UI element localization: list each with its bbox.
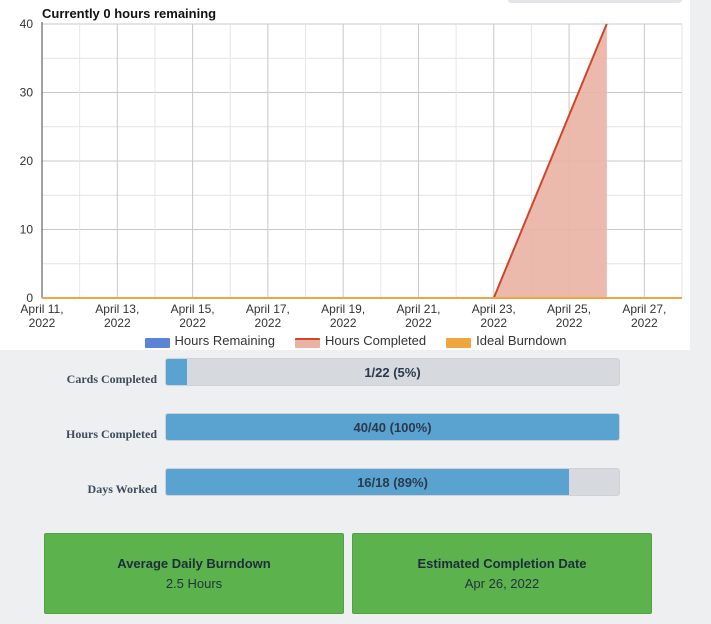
- progress-bar-cards-completed: 1/22 (5%): [165, 358, 620, 386]
- x-tick-label: April 15, 2022: [171, 302, 215, 330]
- stat-row-cards-completed: Cards Completed 1/22 (5%): [0, 358, 711, 386]
- legend-item-ideal-burndown[interactable]: Ideal Burndown: [446, 332, 566, 348]
- stat-label: Cards Completed: [66, 372, 157, 386]
- x-tick-label: April 11, 2022: [20, 302, 63, 330]
- estimated-completion-date-card: Estimated Completion Date Apr 26, 2022: [352, 533, 652, 614]
- card-title: Estimated Completion Date: [417, 556, 587, 571]
- average-daily-burndown-card: Average Daily Burndown 2.5 Hours: [44, 533, 344, 614]
- legend-label-hours-completed: Hours Completed: [324, 332, 427, 348]
- chart-title: Currently 0 hours remaining: [42, 6, 217, 21]
- burndown-chart-panel: 0 10 20 30 40 April 11, 2022 April 13, 2022 April…: [0, 0, 690, 350]
- progress-bar-hours-completed: 40/40 (100%): [165, 413, 620, 441]
- y-tick-label: 30: [20, 86, 34, 100]
- legend-swatch-hours-remaining: [144, 338, 170, 348]
- stat-row-days-worked: Days Worked 16/18 (89%): [0, 468, 711, 496]
- legend-swatch-hours-completed: [294, 338, 320, 348]
- stat-row-hours-completed: Hours Completed 40/40 (100%): [0, 413, 711, 441]
- card-value: Apr 26, 2022: [464, 576, 540, 591]
- y-tick-label: 40: [20, 17, 34, 31]
- chart-legend: Hours Remaining Hours Completed Ideal Bu…: [0, 332, 711, 348]
- legend-item-hours-completed[interactable]: Hours Completed: [294, 332, 427, 348]
- legend-item-hours-remaining[interactable]: Hours Remaining: [144, 332, 275, 348]
- y-tick-label: 20: [20, 154, 34, 168]
- x-tick-label: April 25, 2022: [547, 302, 591, 330]
- progress-text: 16/18 (89%): [357, 474, 428, 490]
- legend-label-hours-remaining: Hours Remaining: [174, 332, 275, 348]
- progress-text: 1/22 (5%): [364, 364, 421, 380]
- burndown-chart: 010203040April 11, 2022April 13, 2022April…: [20, 17, 683, 330]
- progress-bar-days-worked: 16/18 (89%): [165, 468, 620, 496]
- stat-label: Hours Completed: [66, 427, 157, 441]
- stat-label: Days Worked: [87, 482, 157, 496]
- y-tick-label: 10: [20, 223, 34, 237]
- card-title: Average Daily Burndown: [117, 556, 271, 571]
- legend-swatch-ideal-burndown: [446, 338, 472, 348]
- x-tick-label: April 23, 2022: [472, 302, 516, 330]
- progress-text: 40/40 (100%): [353, 419, 432, 435]
- x-tick-label: April 21, 2022: [396, 302, 440, 330]
- x-tick-label: April 13, 2022: [95, 302, 139, 330]
- x-tick-label: April 17, 2022: [246, 302, 290, 330]
- x-tick-label: April 27, 2022: [622, 302, 666, 330]
- x-tick-label: April 19, 2022: [321, 302, 365, 330]
- legend-label-ideal-burndown: Ideal Burndown: [476, 332, 567, 348]
- card-value: 2.5 Hours: [165, 576, 223, 591]
